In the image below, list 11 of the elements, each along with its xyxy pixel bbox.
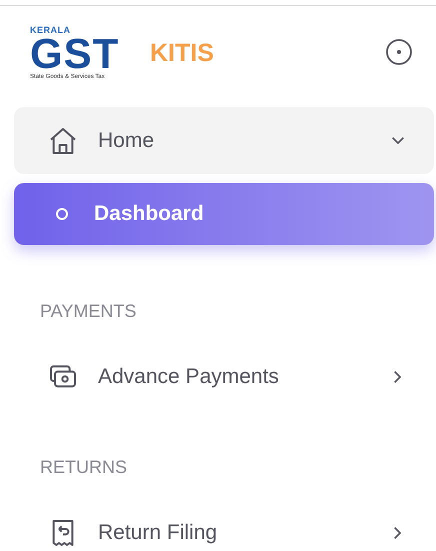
app-name: KITIS — [150, 39, 214, 68]
circle-icon — [56, 208, 68, 220]
section-heading: PAYMENTS — [40, 301, 136, 321]
section-heading: RETURNS — [40, 457, 128, 477]
nav-item[interactable]: Return Filing — [14, 508, 434, 551]
nav-item[interactable]: Dashboard — [14, 183, 434, 245]
nav-item[interactable]: Advance Payments — [14, 352, 434, 402]
radio-icon[interactable] — [385, 38, 413, 66]
logo-wordmark: GST — [30, 35, 120, 73]
logo-caption: KERALA — [30, 25, 72, 35]
nav-group[interactable]: Home — [14, 107, 434, 174]
